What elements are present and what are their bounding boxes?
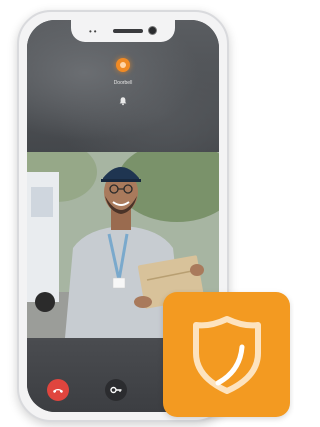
earpiece-speaker	[113, 29, 143, 33]
phone-hangup-icon	[53, 389, 63, 393]
caller-name: Doorbell	[113, 80, 133, 86]
security-badge	[163, 292, 290, 417]
unlock-door-button[interactable]	[105, 379, 127, 401]
marketing-illustration: •• Doorbell	[0, 0, 294, 427]
key-icon	[110, 386, 122, 394]
bell-icon	[118, 96, 128, 106]
sensor-dots: ••	[89, 27, 99, 36]
hangup-button[interactable]	[47, 379, 69, 401]
shield-icon	[192, 315, 261, 394]
caller-logo-icon	[116, 58, 130, 72]
phone-notch: ••	[71, 20, 175, 42]
front-camera-icon	[148, 26, 157, 35]
